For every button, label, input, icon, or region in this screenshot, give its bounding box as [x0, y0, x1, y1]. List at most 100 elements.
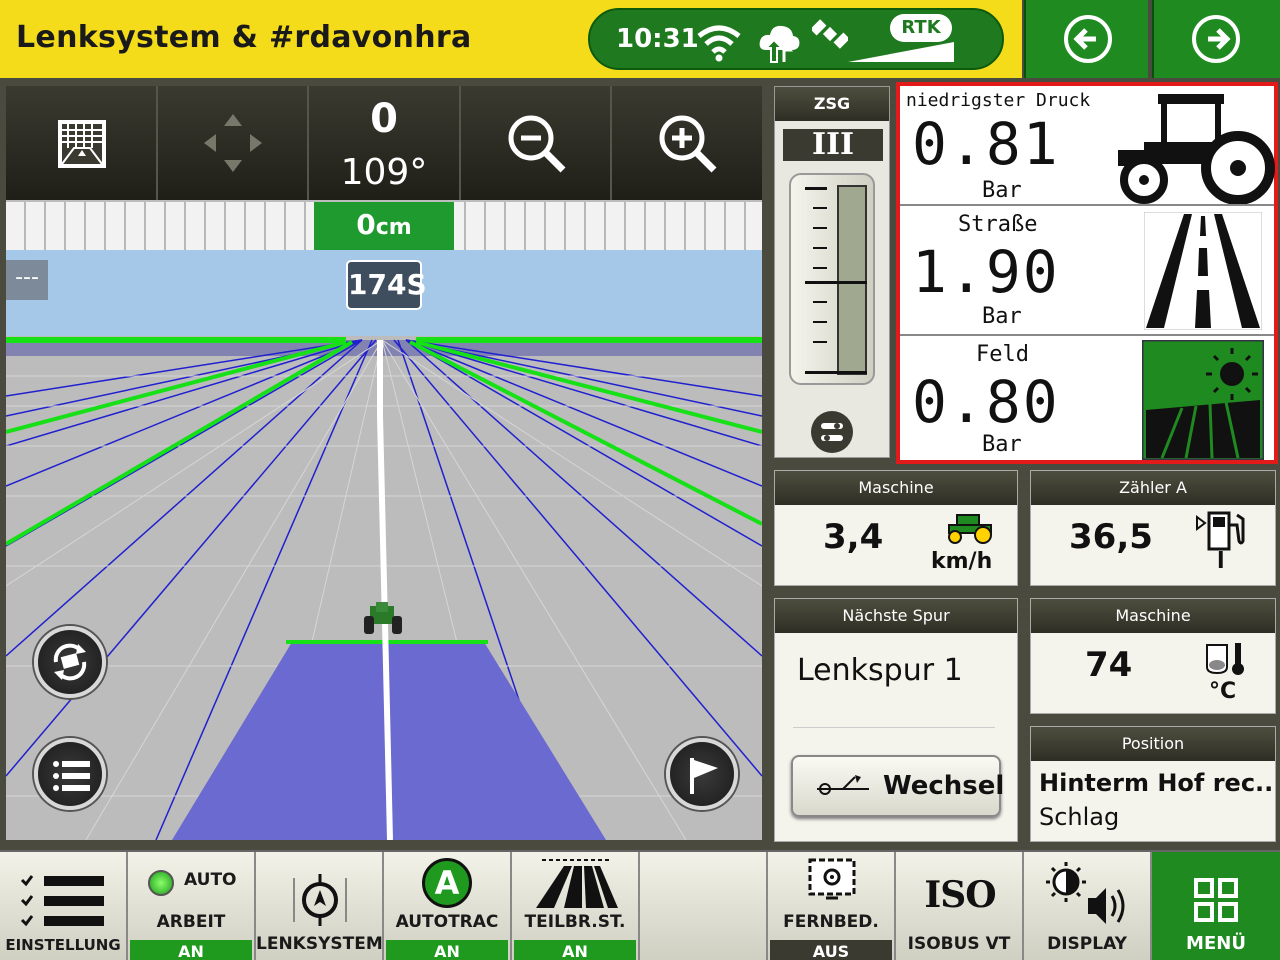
map-toolbar: 0 109° [6, 86, 762, 200]
track-switch-icon [817, 775, 869, 795]
heading-value: 0 [370, 96, 398, 142]
autotrac-label: AUTOTRAC [395, 912, 499, 932]
zsg-panel[interactable]: ZSG III [774, 86, 890, 458]
bottom-toolbar: EINSTELLUNG AUTO ARBEIT AN LENKSYSTEM A … [0, 850, 1280, 960]
zoom-out-icon [508, 115, 566, 173]
counter-unit: l [1217, 549, 1225, 574]
pressure-unit: Bar [982, 178, 1022, 203]
work-label: ARBEIT [156, 912, 226, 932]
zsg-title: ZSG [775, 87, 889, 121]
flag-icon [690, 758, 718, 794]
position-field-name: Hinterm Hof rec... [1039, 769, 1275, 797]
brightness-volume-icon [1046, 862, 1125, 924]
pressure-value: 0.81 [912, 110, 1060, 178]
autotrac-icon: A [422, 858, 472, 908]
field-icon [1142, 340, 1264, 460]
coolant-temperature-icon [1206, 643, 1244, 675]
menu-label: MENÜ [1186, 933, 1246, 954]
track-label[interactable]: 174S [346, 260, 427, 310]
zsg-gauge [789, 173, 875, 385]
pressure-unit: Bar [982, 432, 1022, 457]
card-title: Zähler A [1031, 471, 1275, 505]
signal-strength-icon [848, 42, 954, 62]
rotate-view-button[interactable] [34, 626, 106, 698]
offset-readout: 0cm [314, 202, 454, 250]
settings-label: EINSTELLUNG [5, 936, 121, 954]
section-control-button[interactable]: TEILBR.ST. AN [512, 852, 640, 960]
status-led-icon [148, 870, 174, 896]
pressure-row-road[interactable]: Straße 1.90 Bar [900, 208, 1274, 336]
road-icon [1144, 212, 1262, 330]
pressure-row-field[interactable]: Feld 0.80 Bar [900, 338, 1274, 462]
grid-view-icon [58, 120, 106, 168]
heading-degrees: 109° [340, 152, 428, 193]
status-bar[interactable]: 10:31 RTK [588, 8, 1004, 70]
section-control-label: TEILBR.ST. [524, 912, 626, 932]
zoom-in-button[interactable] [612, 86, 762, 200]
remote-control-state: AUS [770, 940, 892, 960]
list-menu-button[interactable] [34, 738, 106, 810]
iso-logo-icon: ISO [924, 874, 996, 916]
switch-track-label: Wechsel [883, 771, 1005, 801]
position-card[interactable]: Position Hinterm Hof rec... Schlag [1030, 726, 1276, 842]
display-settings-button[interactable]: DISPLAY [1024, 852, 1152, 960]
back-arrow-icon [1064, 15, 1112, 63]
position-type: Schlag [1039, 803, 1120, 831]
work-state: AN [130, 940, 252, 960]
tractor-icon [1118, 94, 1275, 204]
isobus-vt-button[interactable]: ISO ISOBUS VT [896, 852, 1024, 960]
display-label: DISPLAY [1047, 934, 1127, 954]
settings-button[interactable]: EINSTELLUNG [0, 852, 128, 960]
status-tag: --- [6, 260, 48, 300]
steering-system-button[interactable]: LENKSYSTEM [256, 852, 384, 960]
switch-track-button[interactable]: Wechsel [791, 755, 1005, 817]
menu-button[interactable]: MENÜ [1152, 852, 1280, 960]
next-track-card[interactable]: Nächste Spur Lenkspur 1 Wechsel [774, 598, 1018, 842]
counter-card[interactable]: Zähler A 36,5 l [1030, 470, 1276, 586]
tire-pressure-panel[interactable]: niedrigster Druck 0.81 Bar Straße 1.90 B… [896, 82, 1278, 464]
checklist-icon [20, 875, 104, 927]
satellite-icon [812, 19, 848, 49]
card-title: Maschine [775, 471, 1017, 505]
grid-menu-icon [1194, 878, 1238, 922]
pressure-unit: Bar [982, 304, 1022, 329]
remote-control-label: FERNBED. [783, 912, 879, 932]
view-mode-button[interactable] [6, 86, 158, 200]
page-title: Lenksystem & #rdavonhra [16, 20, 472, 55]
auto-label: AUTO [184, 870, 237, 890]
zoom-out-button[interactable] [461, 86, 613, 200]
speed-unit: km/h [931, 549, 993, 574]
pressure-value: 1.90 [912, 238, 1060, 306]
guidance-map[interactable]: 0 109° 0cm --- 174S [6, 86, 762, 840]
back-button[interactable] [1024, 0, 1148, 78]
forward-button[interactable] [1152, 0, 1280, 78]
remote-control-button[interactable]: FERNBED. AUS [768, 852, 896, 960]
zsg-settings-button[interactable] [811, 411, 853, 453]
isobus-label: ISOBUS VT [907, 934, 1011, 954]
empty-slot [640, 852, 768, 960]
tractor-speed-icon [948, 514, 992, 544]
auto-work-button[interactable]: AUTO ARBEIT AN [128, 852, 256, 960]
flag-button[interactable] [666, 738, 738, 810]
zoom-in-icon [659, 115, 717, 173]
pressure-label: niedrigster Druck [906, 90, 1091, 111]
divider [793, 727, 995, 728]
card-title: Nächste Spur [775, 599, 1017, 633]
counter-value: 36,5 [1069, 517, 1153, 557]
steering-icon [293, 874, 347, 926]
pan-arrows-icon [203, 114, 262, 172]
pressure-row-lowest[interactable]: niedrigster Druck 0.81 Bar [900, 86, 1275, 206]
card-title: Position [1031, 727, 1275, 761]
speed-value: 3,4 [823, 517, 884, 557]
section-control-state: AN [514, 940, 636, 960]
speed-card[interactable]: Maschine 3,4 km/h [774, 470, 1018, 586]
section-control-icon [536, 859, 618, 908]
temperature-card[interactable]: Maschine 74 °C [1030, 598, 1276, 714]
autotrac-button[interactable]: A AUTOTRAC AN [384, 852, 512, 960]
offset-unit: cm [375, 215, 412, 240]
header-bar: Lenksystem & #rdavonhra 10:31 RTK [0, 0, 1022, 78]
clock: 10:31 [616, 24, 699, 54]
pan-button[interactable] [158, 86, 310, 200]
next-track-value: Lenkspur 1 [797, 653, 963, 688]
cloud-sync-icon [759, 25, 800, 63]
